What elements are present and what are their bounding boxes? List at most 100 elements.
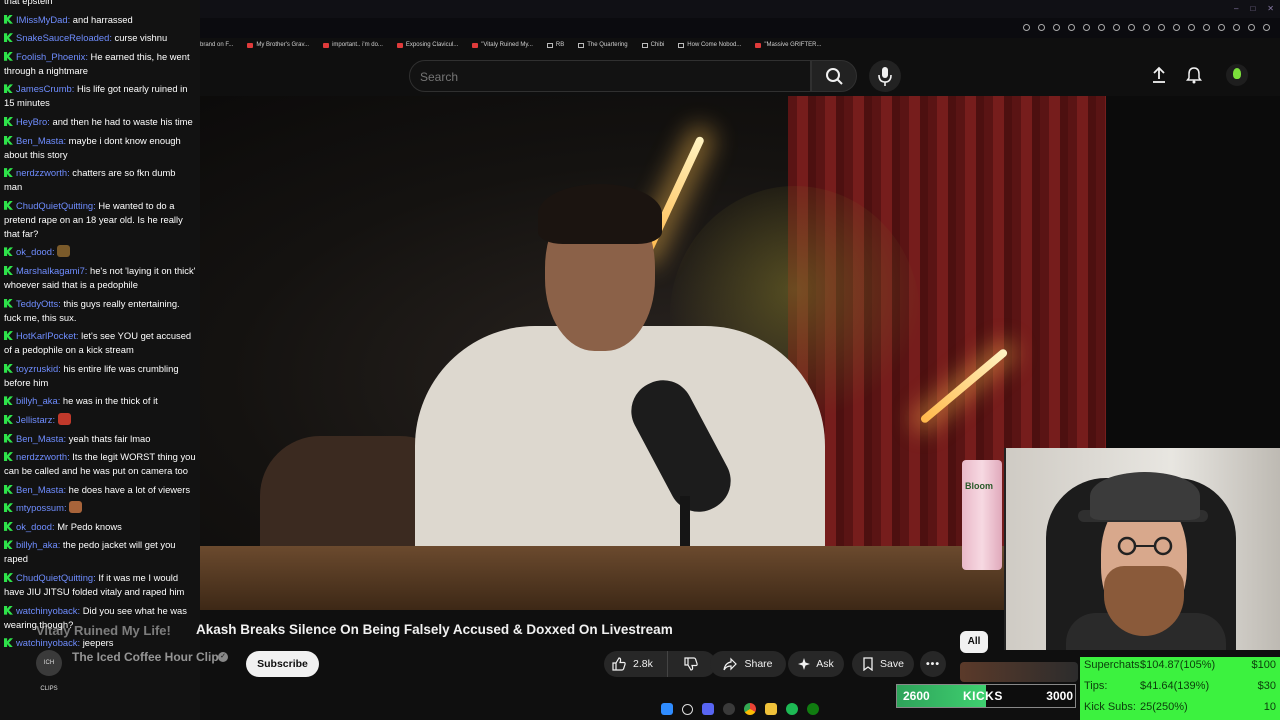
obs-icon[interactable]	[723, 703, 735, 715]
channel-name[interactable]: The Iced Coffee Hour Clips	[72, 650, 225, 664]
windows-start-icon[interactable]	[661, 703, 673, 715]
extension-icons[interactable]	[1023, 24, 1270, 31]
chat-username[interactable]: billyh_aka	[16, 539, 58, 550]
extension-icon[interactable]	[1098, 24, 1105, 31]
chat-message: watchinyoback: jeepers	[4, 636, 196, 650]
chat-message: ok_dood: Mr Pedo knows	[4, 520, 196, 534]
chat-username[interactable]: nerdzzworth	[16, 167, 67, 178]
bookmark[interactable]: Chibi	[641, 42, 664, 48]
extension-icon[interactable]	[1038, 24, 1045, 31]
chat-username[interactable]: Foolish_Phoenix	[16, 51, 85, 62]
video-title: Akash Breaks Silence On Being Falsely Ac…	[196, 622, 673, 637]
channel-avatar[interactable]: ICH CLIPS	[36, 650, 62, 692]
chat-username[interactable]: HotKarlPocket	[16, 330, 76, 341]
chat-message: ChudQuietQuitting: He wanted to do a pre…	[4, 199, 196, 241]
donation-goal: $100	[1251, 659, 1276, 671]
share-button[interactable]: Share	[710, 651, 786, 677]
upload-icon[interactable]	[1150, 66, 1168, 84]
discord-icon[interactable]	[702, 703, 714, 715]
overlaid-video-title: Vitaly Ruined My Life!	[36, 623, 171, 638]
chat-username[interactable]: TeddyOtts	[16, 298, 58, 309]
chrome-icon[interactable]	[744, 703, 756, 715]
extension-icon[interactable]	[1218, 24, 1225, 31]
bookmark[interactable]: brand on F...	[200, 42, 233, 48]
bookmark[interactable]: "Massive GRIFTER...	[755, 42, 821, 48]
close-button[interactable]: ✕	[1267, 4, 1274, 13]
chat-username[interactable]: Ben_Masta	[16, 484, 63, 495]
chat-message: billyh_aka: he was in the thick of it	[4, 394, 196, 408]
chat-message: Jellistarz:	[4, 412, 196, 427]
extension-icon[interactable]	[1023, 24, 1030, 31]
chat-username[interactable]: mtypossum	[16, 502, 64, 513]
save-button[interactable]: Save	[852, 651, 914, 677]
bookmark[interactable]: RB	[546, 42, 565, 48]
chat-username[interactable]: HeyBro	[16, 116, 47, 127]
subscribe-button[interactable]: Subscribe	[246, 651, 319, 677]
chat-username[interactable]: ChudQuietQuitting	[16, 200, 93, 211]
chat-username[interactable]: watchinyoback	[16, 605, 78, 616]
chat-username[interactable]: billyh_aka	[16, 395, 58, 406]
chat-username[interactable]: IMissMyDad	[16, 14, 68, 25]
chat-username[interactable]: ok_dood	[16, 521, 52, 532]
extension-icon[interactable]	[1188, 24, 1195, 31]
chat-message: nerdzzworth: chatters are so fkn dumb ma…	[4, 166, 196, 194]
bookmark[interactable]: "Vitaly Ruined My...	[472, 42, 533, 48]
extension-icon[interactable]	[1203, 24, 1210, 31]
browser-tab-strip[interactable]	[200, 0, 1280, 18]
chat-username[interactable]: nerdzzworth	[16, 451, 67, 462]
chat-text: he does have a lot of viewers	[68, 483, 191, 495]
extension-icon[interactable]	[1053, 24, 1060, 31]
chat-username[interactable]: JamesCrumb	[16, 83, 72, 94]
chat-username[interactable]: ChudQuietQuitting	[16, 572, 93, 583]
extension-icon[interactable]	[1263, 24, 1270, 31]
related-video-thumbnail[interactable]	[960, 662, 1078, 682]
chat-username[interactable]: Ben_Masta	[16, 433, 63, 444]
like-button[interactable]: 2.8k	[604, 651, 668, 677]
search-icon[interactable]	[682, 703, 693, 715]
bookmark[interactable]: How Come Nobod...	[678, 42, 741, 48]
chat-username[interactable]: Ben_Masta	[16, 135, 63, 146]
bookmark[interactable]: My Brother's Grav...	[247, 42, 309, 48]
window-controls[interactable]: – □ ✕	[1234, 4, 1274, 13]
extension-icon[interactable]	[1233, 24, 1240, 31]
share-icon	[723, 657, 738, 671]
more-actions-button[interactable]: •••	[920, 651, 946, 677]
maximize-button[interactable]: □	[1250, 4, 1255, 13]
extension-icon[interactable]	[1248, 24, 1255, 31]
filter-chip-all[interactable]: All	[960, 631, 988, 653]
chat-username[interactable]: watchinyoback	[16, 637, 78, 648]
bookmark[interactable]: The Quartering	[578, 42, 628, 48]
chat-username[interactable]: Marshalkagami7	[16, 265, 85, 276]
bookmark-label: RB	[555, 42, 565, 48]
folder-icon[interactable]	[765, 703, 777, 715]
donation-label: Superchats:	[1084, 659, 1143, 671]
search-input[interactable]	[410, 61, 812, 93]
spotify-icon[interactable]	[786, 703, 798, 715]
voice-search-button[interactable]	[869, 60, 901, 92]
extension-icon[interactable]	[1068, 24, 1075, 31]
chat-message: mtypossum:	[4, 501, 196, 515]
search-button[interactable]	[811, 60, 857, 92]
chat-username[interactable]: Jellistarz	[16, 414, 52, 425]
dislike-button[interactable]	[668, 651, 714, 677]
chat-username[interactable]: ok_dood	[16, 246, 52, 257]
xbox-icon[interactable]	[807, 703, 819, 715]
account-avatar[interactable]	[1226, 64, 1248, 86]
thumbs-up-icon	[612, 657, 626, 671]
extension-icon[interactable]	[1128, 24, 1135, 31]
chat-username[interactable]: SnakeSauceReloaded	[16, 32, 109, 43]
bookmark-label: "Vitaly Ruined My...	[481, 42, 533, 48]
extension-icon[interactable]	[1083, 24, 1090, 31]
extension-icon[interactable]	[1158, 24, 1165, 31]
bookmark[interactable]: important.. i'm do...	[323, 42, 383, 48]
extension-icon[interactable]	[1143, 24, 1150, 31]
extension-icon[interactable]	[1173, 24, 1180, 31]
chat-username[interactable]: toyzruskid	[16, 363, 58, 374]
notifications-bell-icon[interactable]	[1185, 66, 1203, 84]
chat-emote-icon	[57, 412, 71, 425]
bookmark[interactable]: Exposing Clavicul...	[396, 42, 458, 48]
like-count: 2.8k	[633, 658, 653, 670]
ask-button[interactable]: Ask	[788, 651, 844, 677]
extension-icon[interactable]	[1113, 24, 1120, 31]
minimize-button[interactable]: –	[1234, 4, 1238, 13]
